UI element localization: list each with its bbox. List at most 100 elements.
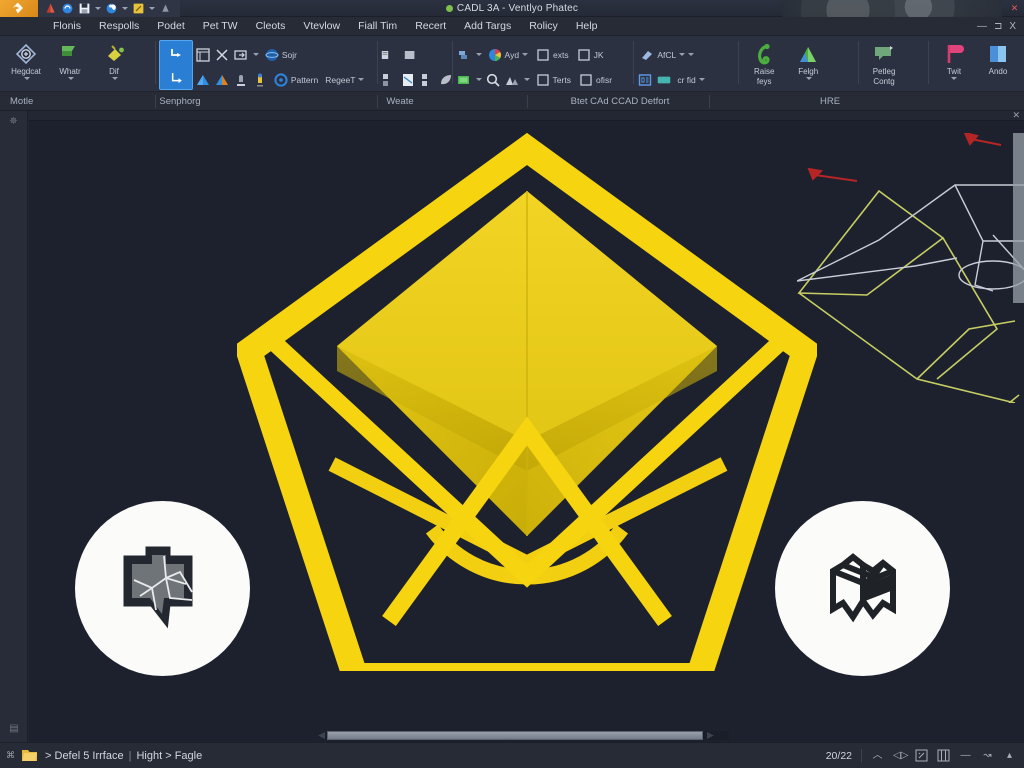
close-x-icon[interactable] [214, 47, 230, 63]
ribbon-button-dif-label: Dif [109, 67, 119, 76]
table-icon[interactable] [195, 47, 211, 63]
isometric-solid-badge[interactable] [775, 501, 950, 676]
ribbon-button-whatr[interactable]: Whatr [48, 39, 92, 80]
viewport-horizontal-scrollbar[interactable] [29, 730, 1024, 742]
menu-item-help[interactable]: Help [567, 17, 607, 36]
menu-item-podet[interactable]: Podet [148, 17, 193, 36]
ribbon-selected-extrude-tool[interactable] [158, 40, 193, 90]
afcl-caret-icon[interactable] [679, 53, 686, 56]
orange-triangle-icon[interactable] [214, 72, 230, 88]
scroll-right-arrow-icon[interactable] [705, 731, 715, 740]
menu-item-cleots[interactable]: Cleots [247, 17, 295, 36]
ribbon-button-dif[interactable]: Dif [92, 39, 136, 80]
ribbon-checkbox-ofisr[interactable]: ofisr [576, 69, 614, 90]
ribbon-button-pattern[interactable]: Pattern [271, 69, 320, 90]
teal-folder-icon[interactable] [656, 72, 672, 88]
ribbon-button-ayd[interactable]: Ayd [485, 44, 531, 65]
ribbon-button-twit[interactable]: Twit [932, 39, 976, 80]
menu-item-add-targs[interactable]: Add Targs [455, 17, 520, 36]
scrollbar-thumb[interactable] [327, 731, 703, 740]
menu-item-respolls[interactable]: Respolls [90, 17, 148, 36]
box-arrow-caret-icon[interactable] [252, 53, 259, 56]
ribbon-checkbox-terts[interactable]: Terts [533, 69, 573, 90]
ribbon-button-raise-feys[interactable]: Raise feys [742, 39, 786, 86]
grid-small-icon[interactable] [419, 72, 435, 88]
customize-icon[interactable]: ↝ [981, 749, 994, 762]
menubar-restore-button[interactable]: ⊐ [994, 21, 1002, 32]
ribbon-button-sojr[interactable]: Sojr [262, 44, 299, 65]
status-model-icon[interactable]: ⌘ [6, 750, 15, 761]
hre-row-2: cr fid [637, 68, 706, 91]
menubar-close-button[interactable]: X [1009, 21, 1016, 32]
rail-layers-icon[interactable]: ▤ [7, 722, 21, 736]
ribbon-button-petleg-contg[interactable]: Petleg Contg [862, 39, 906, 86]
menubar-minimize-button[interactable]: — [977, 21, 987, 32]
ribbon-toolbar: Hegdcat Whatr Dif Sojr Pattern RegeeT Ay… [0, 36, 1024, 92]
twit-caret-icon[interactable] [951, 77, 958, 80]
ribbon-button-ando[interactable]: Ando [976, 39, 1020, 76]
dif-caret-icon[interactable] [111, 77, 118, 80]
breadcrumb-divider: | [128, 749, 132, 762]
menu-item-recert[interactable]: Recert [406, 17, 455, 36]
extrude-tool-icon [168, 48, 183, 57]
menu-item-flonis[interactable]: Flonis [44, 17, 90, 36]
box-arrow-icon[interactable] [233, 47, 249, 63]
viewport-close-icon[interactable]: ✕ [1012, 111, 1020, 121]
ribbon-button-sojr-label: Sojr [281, 49, 297, 60]
breadcrumb-segment-1[interactable]: Defel 5 Irrface [55, 750, 124, 762]
green-rect-icon[interactable] [456, 72, 472, 88]
mountain-icon[interactable] [504, 72, 520, 88]
whatr-caret-icon[interactable] [67, 77, 74, 80]
stamp-icon[interactable] [233, 72, 249, 88]
layers-icon[interactable] [456, 47, 472, 63]
page-icon[interactable] [400, 72, 416, 88]
ribbon-checkbox-jk[interactable]: JK [574, 44, 606, 65]
ribbon-button-hegdcat[interactable]: Hegdcat [4, 39, 48, 80]
hegdcat-caret-icon[interactable] [23, 77, 30, 80]
regeet-caret-icon[interactable] [358, 78, 365, 81]
afcl-caret2-icon[interactable] [688, 53, 695, 56]
isometric-solid-icon [829, 552, 896, 622]
checkbox-icon [580, 73, 592, 86]
felgh-caret-icon[interactable] [805, 77, 812, 80]
blue-id-icon[interactable] [637, 72, 653, 88]
zoom-icon[interactable] [485, 72, 501, 88]
ribbon-checkbox-exts[interactable]: exts [533, 44, 571, 65]
ribbon-button-afcl[interactable]: AfCL [637, 44, 696, 65]
ribbon-button-crfid[interactable]: cr fid [675, 69, 706, 90]
panel-left-icon[interactable] [381, 47, 397, 63]
menu-item-fiall-tim[interactable]: Fiall Tim [349, 17, 406, 36]
ribbon-button-regeet[interactable]: RegeeT [323, 69, 366, 90]
blue-triangle-icon[interactable] [195, 72, 211, 88]
window-close-button[interactable]: ✕ [1005, 0, 1024, 17]
grid-icon[interactable] [937, 749, 950, 762]
breadcrumb-segment-2[interactable]: Hight [136, 750, 162, 762]
rail-settings-icon[interactable]: ✵ [7, 115, 21, 129]
expand-icon[interactable]: ▴ [1003, 749, 1016, 762]
dash-icon[interactable]: — [959, 749, 972, 762]
annotation-scale-icon[interactable]: ◁▷ [893, 749, 908, 762]
grid-split-icon[interactable] [381, 72, 397, 88]
menu-item-rolicy[interactable]: Rolicy [520, 17, 567, 36]
circle-ring-icon [274, 72, 288, 87]
ayd-caret-icon[interactable] [522, 53, 529, 56]
menu-item-pet-tw[interactable]: Pet TW [194, 17, 247, 36]
breadcrumb-segment-3[interactable]: Fagle [175, 750, 203, 762]
folder-icon[interactable] [22, 749, 38, 762]
map-bubble-badge[interactable] [75, 501, 250, 676]
drawing-viewport[interactable]: ✕ [29, 111, 1024, 742]
crfid-caret-icon[interactable] [698, 78, 705, 81]
panel-right-icon[interactable] [400, 47, 416, 63]
mountain-caret-icon[interactable] [523, 78, 530, 81]
snap-icon[interactable] [915, 749, 928, 762]
panel-caption-senphorg: Senphorg [159, 96, 201, 107]
ribbon-button-felgh[interactable]: Felgh [786, 39, 830, 80]
window-title-text: CADL 3A - Ventlyo Phatec [456, 2, 579, 14]
layers-caret-icon[interactable] [475, 53, 482, 56]
scroll-left-arrow-icon[interactable] [317, 731, 327, 740]
menu-item-vtevlow[interactable]: Vtevlow [294, 17, 349, 36]
yellow-pin-icon[interactable] [252, 72, 268, 88]
green-rect-caret-icon[interactable] [475, 78, 482, 81]
chevron-up-icon[interactable]: ︿ [871, 749, 884, 762]
raise-feys-label2: feys [756, 77, 772, 86]
